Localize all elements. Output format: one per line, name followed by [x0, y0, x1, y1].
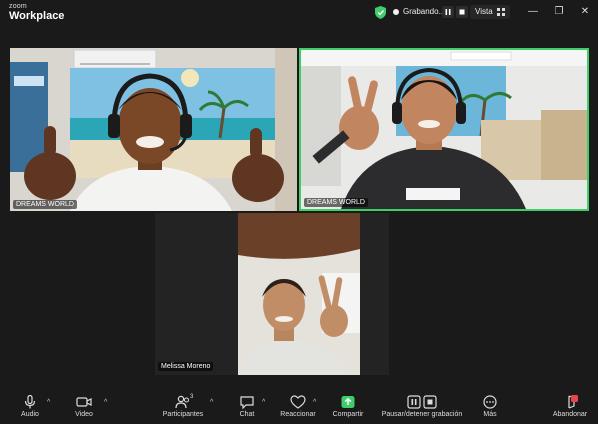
brand-name: Workplace: [9, 10, 65, 22]
video-tile-2-active-speaker[interactable]: DREAMS WORLD: [299, 48, 589, 211]
video-label: Video: [75, 411, 93, 418]
video-tile-3[interactable]: [238, 213, 360, 375]
grid-icon: [497, 8, 505, 16]
participants-options-chevron-icon[interactable]: ^: [210, 399, 213, 406]
pause-recording-button[interactable]: [442, 6, 454, 18]
reactions-label: Reaccionar: [280, 411, 316, 418]
minimize-icon[interactable]: —: [526, 5, 540, 19]
video-feed-2: [301, 50, 587, 209]
chat-button[interactable]: Chat: [232, 392, 262, 424]
share-screen-button[interactable]: Compartir: [330, 392, 366, 424]
video-button[interactable]: Video: [68, 392, 100, 424]
shield-icon[interactable]: [375, 6, 386, 19]
recording-status: Grabando...: [403, 7, 446, 16]
video-feed-3: [238, 213, 360, 375]
audio-button[interactable]: Audio: [14, 392, 46, 424]
more-icon: [483, 395, 497, 409]
reactions-options-chevron-icon[interactable]: ^: [313, 399, 316, 406]
participant-name: DREAMS WORLD: [13, 200, 77, 209]
reaction-icon: [290, 395, 306, 409]
video-options-chevron-icon[interactable]: ^: [104, 399, 107, 406]
video-feed-1: [10, 48, 297, 211]
stop-recording-button[interactable]: [456, 6, 468, 18]
leave-meeting-button[interactable]: Abandonar: [548, 392, 592, 424]
brand-small: zoom: [9, 3, 27, 10]
microphone-icon: [24, 395, 36, 409]
recording-control-icon: [407, 395, 437, 409]
audio-options-chevron-icon[interactable]: ^: [47, 399, 50, 406]
recording-control-label: Pausar/detener grabación: [381, 411, 463, 418]
chat-options-chevron-icon[interactable]: ^: [262, 399, 265, 406]
pause-icon: [445, 9, 451, 15]
share-icon: [341, 396, 355, 408]
view-button[interactable]: Vista: [470, 5, 510, 19]
share-label: Compartir: [332, 411, 364, 418]
stop-icon: [459, 9, 465, 15]
participant-name: Melissa Moreno: [158, 362, 214, 371]
audio-label: Audio: [21, 411, 39, 418]
participants-label: Participantes: [162, 411, 204, 418]
participant-name: DREAMS WORLD: [304, 198, 368, 207]
more-button[interactable]: Más: [476, 392, 504, 424]
record-dot-icon: [393, 9, 399, 15]
camera-icon: [76, 397, 92, 407]
video-tile-1[interactable]: DREAMS WORLD: [10, 48, 297, 211]
participants-button[interactable]: Participantes: [160, 392, 206, 424]
leave-label: Abandonar: [552, 411, 588, 418]
chat-label: Chat: [239, 411, 255, 418]
reactions-button[interactable]: Reaccionar: [278, 392, 318, 424]
chat-icon: [240, 396, 254, 409]
recording-control-button[interactable]: Pausar/detener grabación: [380, 392, 464, 424]
leave-icon: [568, 395, 578, 409]
app-logo: zoom Workplace: [9, 3, 64, 22]
meeting-toolbar: Audio ^ Video ^ Participantes 3 ^ Chat ^…: [0, 392, 598, 424]
more-label: Más: [483, 411, 497, 418]
participants-count: 3: [190, 394, 194, 400]
participants-icon: [175, 395, 189, 409]
title-bar: zoom Workplace Grabando... Vista — ❐ ✕: [0, 0, 598, 26]
close-icon[interactable]: ✕: [578, 5, 592, 19]
view-label: Vista: [475, 7, 493, 16]
restore-icon[interactable]: ❐: [552, 5, 566, 19]
